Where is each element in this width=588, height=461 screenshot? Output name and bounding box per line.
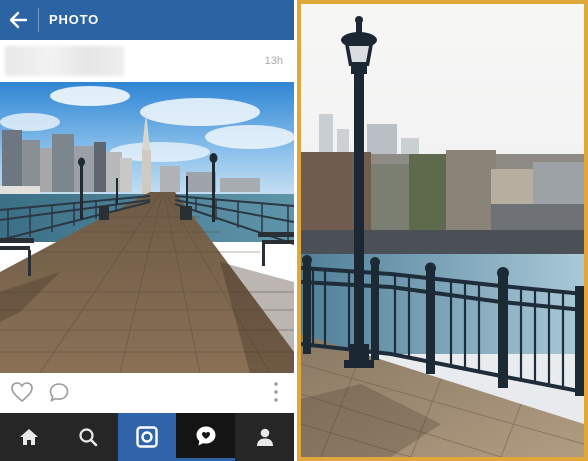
home-icon bbox=[20, 429, 39, 445]
heart-outline-icon[interactable] bbox=[10, 381, 34, 403]
tab-activity[interactable] bbox=[176, 413, 236, 461]
activity-bubble-icon bbox=[196, 426, 216, 445]
post-timestamp: 13h bbox=[264, 55, 283, 67]
post-header: 13h bbox=[0, 40, 294, 82]
speech-bubble-icon[interactable] bbox=[48, 381, 70, 403]
pier-photo bbox=[0, 82, 294, 373]
phone-screen: PHOTO 13h bbox=[0, 0, 294, 461]
tab-camera[interactable] bbox=[117, 413, 177, 461]
camera-icon bbox=[136, 426, 158, 448]
app-bar-divider bbox=[38, 8, 39, 32]
arrow-left-icon[interactable] bbox=[6, 7, 32, 33]
search-icon bbox=[79, 428, 98, 447]
app-bar: PHOTO bbox=[0, 0, 294, 40]
zoom-panel bbox=[297, 0, 588, 461]
post-actions bbox=[0, 373, 294, 413]
tab-home[interactable] bbox=[0, 413, 59, 461]
profile-icon bbox=[256, 428, 273, 446]
bottom-tab-bar bbox=[0, 413, 294, 461]
tab-profile[interactable] bbox=[235, 413, 294, 461]
vertical-dots-icon[interactable] bbox=[270, 379, 282, 405]
tab-search[interactable] bbox=[58, 413, 118, 461]
blurred-username[interactable] bbox=[5, 46, 124, 76]
zoomed-lamp-post-image bbox=[301, 4, 584, 457]
page-title: PHOTO bbox=[49, 12, 99, 27]
post-photo[interactable] bbox=[0, 82, 294, 373]
